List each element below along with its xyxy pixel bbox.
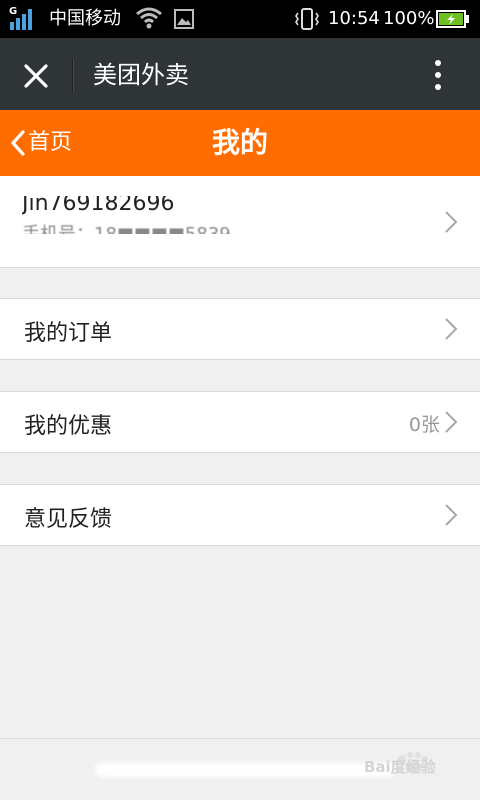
redacted-area [95,763,395,777]
chevron-right-icon [445,504,458,526]
image-icon [174,9,194,29]
menu-item-label: 我的优惠 [24,414,113,439]
vibrate-icon [295,8,319,30]
chevron-right-icon [445,211,458,233]
chevron-right-icon [445,318,458,340]
more-vertical-icon[interactable] [426,58,450,92]
menu-item-feedback[interactable]: 意见反馈 [0,484,480,546]
network-type-label: G [9,6,17,17]
back-button[interactable]: 首页 [10,126,72,160]
menu-item-orders[interactable]: 我的订单 [0,298,480,360]
toolbar-title: 美团外卖 [93,61,189,89]
menu-item-coupons[interactable]: 我的优惠 0张 [0,391,480,453]
watermark-logo: Bai度经验 [364,752,437,776]
battery-icon [436,10,469,28]
menu-item-label: 我的订单 [24,321,113,346]
back-button-label: 首页 [28,130,73,155]
coupon-count: 0张 [408,414,440,436]
battery-percent: 100% [383,8,435,29]
chevron-left-icon [11,130,25,156]
profile-username: Jin769182696 [22,191,175,216]
menu-item-label: 意见反馈 [24,507,113,532]
page-header: 首页 我的 [0,110,480,176]
carrier-label: 中国移动 [49,8,121,29]
clock: 10:54 [328,8,380,29]
profile-phone: 手机号：18■■■■5839 [22,224,231,245]
signal-icon: G [9,6,32,30]
status-bar: G 中国移动 10:54 100% [0,0,480,38]
chevron-right-icon [445,411,458,433]
watermark-text: Bai度经验 [364,758,437,776]
app-toolbar: 美团外卖 [0,38,480,110]
profile-row[interactable]: Jin769182696 手机号：18■■■■5839 [0,176,480,268]
toolbar-divider [72,58,74,92]
wifi-icon [136,7,162,29]
close-icon[interactable] [20,60,52,92]
